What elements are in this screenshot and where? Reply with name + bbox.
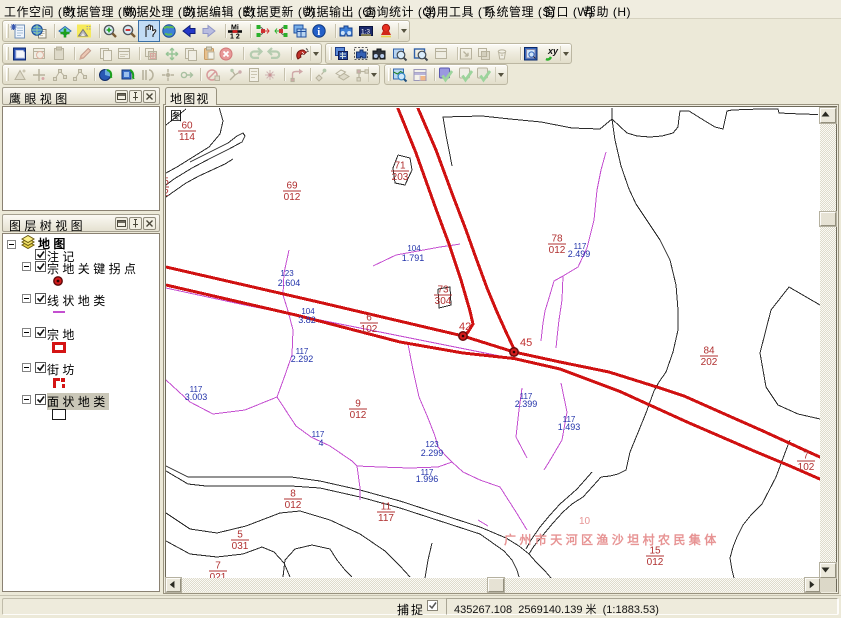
svg-text:2.604: 2.604 xyxy=(278,278,301,288)
svg-text:i: i xyxy=(317,26,320,38)
svg-text:73: 73 xyxy=(437,285,449,296)
svg-text:3.82: 3.82 xyxy=(298,315,316,325)
svg-text:78: 78 xyxy=(551,234,563,245)
svg-text:104: 104 xyxy=(407,244,421,253)
svg-text:202: 202 xyxy=(701,357,718,368)
svg-text:69: 69 xyxy=(286,181,298,192)
svg-text:5: 5 xyxy=(166,177,169,188)
svg-text:2.292: 2.292 xyxy=(291,354,314,364)
svg-text:7: 7 xyxy=(215,561,221,572)
svg-text:45: 45 xyxy=(520,337,532,349)
svg-text:84: 84 xyxy=(703,346,715,357)
svg-text:3.003: 3.003 xyxy=(185,392,208,402)
svg-text:102: 102 xyxy=(798,462,815,473)
svg-text:xy: xy xyxy=(547,46,559,56)
svg-text:1.996: 1.996 xyxy=(416,474,439,484)
svg-text:5: 5 xyxy=(237,530,243,541)
svg-text:102: 102 xyxy=(361,324,378,335)
svg-text:2.299: 2.299 xyxy=(421,448,444,458)
svg-text:012: 012 xyxy=(284,192,301,203)
svg-text:117: 117 xyxy=(378,513,394,524)
svg-text:1 2: 1 2 xyxy=(230,34,240,41)
svg-text:7: 7 xyxy=(803,451,809,462)
svg-text:114: 114 xyxy=(179,132,195,143)
svg-text:2.399: 2.399 xyxy=(515,399,538,409)
svg-text:广州市天河区渔沙坦村农民集体: 广州市天河区渔沙坦村农民集体 xyxy=(504,532,720,547)
svg-text:012: 012 xyxy=(350,410,367,421)
svg-text:6: 6 xyxy=(366,313,372,324)
svg-text:021: 021 xyxy=(210,572,227,578)
svg-text:1.791: 1.791 xyxy=(402,253,425,263)
svg-text:1.493: 1.493 xyxy=(558,422,581,432)
svg-text:012: 012 xyxy=(647,557,664,568)
svg-text:012: 012 xyxy=(549,245,566,256)
svg-text:42: 42 xyxy=(459,321,471,333)
svg-text:11: 11 xyxy=(381,502,392,513)
svg-text:4: 4 xyxy=(318,438,323,448)
svg-text:2: 2 xyxy=(166,188,169,199)
svg-text:15: 15 xyxy=(649,546,661,557)
svg-text:012: 012 xyxy=(285,500,302,511)
svg-text:9: 9 xyxy=(355,399,361,410)
svg-text:71: 71 xyxy=(394,161,406,172)
svg-text:304: 304 xyxy=(435,296,452,307)
svg-text:1:3: 1:3 xyxy=(361,29,370,36)
svg-text:203: 203 xyxy=(392,172,409,183)
svg-text:10: 10 xyxy=(579,516,591,527)
svg-text:031: 031 xyxy=(232,541,249,552)
svg-text:2.499: 2.499 xyxy=(568,249,591,259)
svg-text:8: 8 xyxy=(290,489,296,500)
svg-text:123: 123 xyxy=(280,269,294,278)
